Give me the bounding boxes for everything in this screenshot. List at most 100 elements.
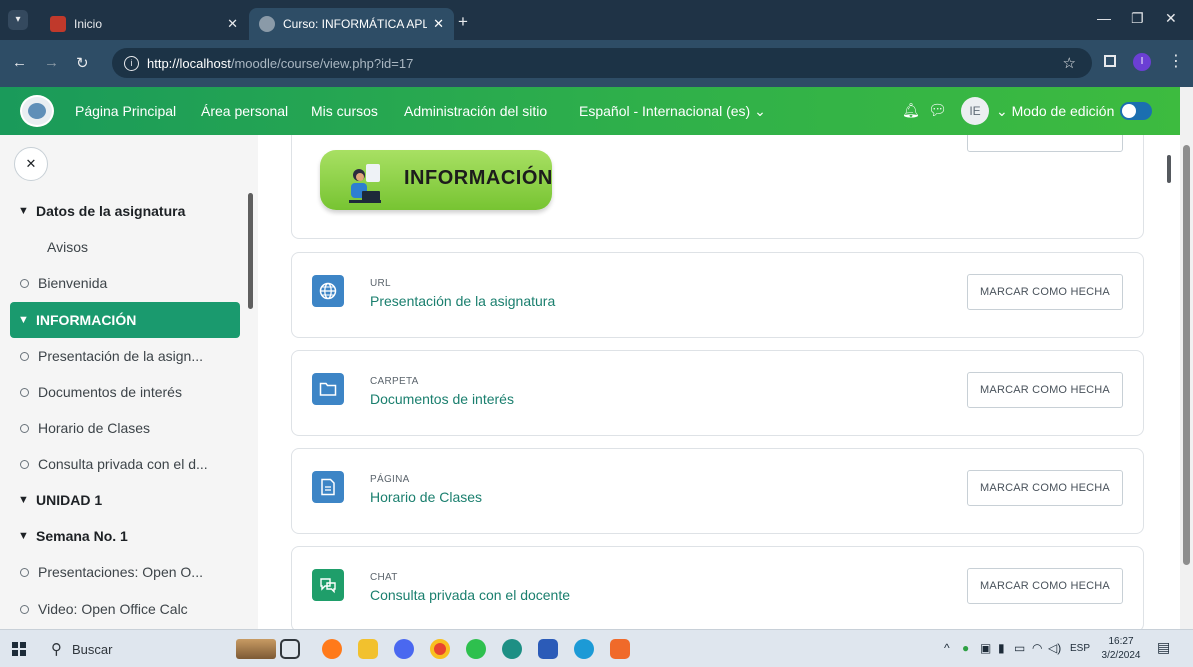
index-label: Avisos	[47, 239, 88, 255]
file-explorer-icon[interactable]	[358, 639, 378, 659]
banner-text: INFORMACIÓN	[404, 167, 553, 189]
chevron-down-icon: ▼	[18, 530, 29, 542]
messages-icon[interactable]: 💬︎	[928, 101, 947, 119]
mark-done-button[interactable]: MARCAR COMO HECHA	[967, 470, 1123, 506]
taskbar-clock[interactable]: 16:27 3/2/2024	[1096, 635, 1146, 663]
chrome-profile-icon[interactable]	[502, 639, 522, 659]
index-label: Horario de Clases	[38, 420, 151, 436]
tray-overflow-icon[interactable]: ^	[944, 641, 950, 655]
nav-area-personal[interactable]: Área personal	[201, 103, 288, 119]
whatsapp-icon[interactable]	[466, 639, 486, 659]
nav-mis-cursos[interactable]: Mis cursos	[311, 103, 378, 119]
nav-administracion[interactable]: Administración del sitio	[404, 103, 547, 119]
language-indicator[interactable]: ESP	[1070, 643, 1090, 654]
language-menu[interactable]: Español - Internacional (es) ⌄	[579, 103, 766, 120]
index-label: Datos de la asignatura	[36, 203, 186, 219]
activity-link[interactable]: Consulta privada con el docente	[370, 587, 570, 603]
mark-done-button[interactable]: MARCAR COMO HECHA	[967, 568, 1123, 604]
index-item[interactable]: Avisos	[18, 229, 240, 265]
mark-done-button[interactable]: MARCAR COMO HECHA	[967, 372, 1123, 408]
windows-start-icon[interactable]	[12, 642, 26, 656]
restore-icon[interactable]: ❐	[1131, 10, 1144, 27]
site-info-icon[interactable]: i	[124, 55, 139, 71]
close-tab-icon[interactable]: ✕	[227, 16, 238, 32]
new-tab-icon[interactable]: +	[458, 12, 468, 32]
close-tab-icon[interactable]: ✕	[433, 16, 444, 32]
profile-avatar[interactable]: I	[1133, 53, 1151, 71]
content-scroll-indicator[interactable]	[1167, 155, 1171, 183]
url-path: /moodle/course/view.php?id=17	[230, 55, 414, 71]
index-activity[interactable]: Presentación de la asign...	[18, 338, 240, 374]
activity-type: PÁGINA	[370, 474, 410, 485]
back-icon[interactable]: ←	[12, 54, 27, 71]
microphone-icon[interactable]: ▮	[998, 641, 1005, 655]
firefox-icon[interactable]	[322, 639, 342, 659]
index-activity[interactable]: Video: Open Office Calc	[18, 591, 240, 627]
browser-tab-course[interactable]: Curso: INFORMÁTICA APLICADA ✕	[249, 8, 454, 40]
index-activity[interactable]: Documentos de interés	[18, 374, 240, 410]
activity-link[interactable]: Horario de Clases	[370, 489, 482, 505]
tab-search-icon[interactable]: ▾	[8, 10, 28, 30]
close-drawer-icon[interactable]: ✕	[14, 147, 48, 181]
index-label: UNIDAD 1	[36, 492, 103, 508]
index-activity[interactable]: Consulta privada con el d...	[18, 446, 240, 482]
mark-done-button[interactable]	[967, 135, 1123, 152]
notification-center-icon[interactable]: ▤	[1157, 639, 1170, 656]
edit-mode-toggle[interactable]	[1120, 102, 1152, 120]
label-card: INFORMACIÓN	[291, 135, 1144, 239]
index-section[interactable]: ▼ Datos de la asignatura	[18, 193, 240, 229]
moodle-navbar: Página Principal Área personal Mis curso…	[0, 87, 1180, 135]
forward-icon[interactable]: →	[44, 54, 59, 71]
index-section-active[interactable]: ▼ INFORMACIÓN	[10, 302, 240, 338]
index-label: INFORMACIÓN	[36, 312, 137, 328]
word-icon[interactable]	[538, 639, 558, 659]
index-label: Video: Open Office Calc	[38, 601, 188, 617]
clock-date: 3/2/2024	[1101, 650, 1141, 661]
battery-icon[interactable]: ▭	[1014, 641, 1025, 655]
wifi-icon[interactable]: ◠	[1032, 641, 1042, 655]
notifications-bell-icon[interactable]: 🔔︎	[902, 102, 920, 119]
page-scrollbar-thumb[interactable]	[1183, 145, 1190, 565]
chevron-down-icon: ▼	[18, 314, 29, 326]
volume-icon[interactable]: ◁)	[1048, 641, 1061, 655]
activity-card: CHAT Consulta privada con el docente MAR…	[291, 546, 1144, 629]
index-label: Bienvenida	[38, 275, 108, 291]
user-avatar[interactable]: IE	[961, 97, 989, 125]
activity-type: URL	[370, 278, 391, 289]
index-activity[interactable]: Horario de Clases	[18, 410, 240, 446]
completion-circle-icon	[20, 351, 29, 361]
site-logo[interactable]	[20, 95, 54, 127]
index-activity[interactable]: Presentaciones: Open O...	[18, 554, 240, 590]
completion-circle-icon	[20, 459, 29, 469]
chrome-icon[interactable]	[430, 639, 450, 659]
side-panel-icon[interactable]	[1104, 55, 1116, 67]
address-bar[interactable]: i http://localhost/moodle/course/view.ph…	[112, 48, 1092, 78]
close-window-icon[interactable]: ✕	[1165, 10, 1177, 27]
activity-link[interactable]: Presentación de la asignatura	[370, 293, 555, 309]
nav-pagina-principal[interactable]: Página Principal	[75, 103, 176, 119]
edge-icon[interactable]	[574, 639, 594, 659]
xampp-icon[interactable]	[610, 639, 630, 659]
browser-tab-inicio[interactable]: Inicio ✕	[40, 8, 248, 40]
completion-circle-icon	[20, 604, 29, 614]
activity-link[interactable]: Documentos de interés	[370, 391, 514, 407]
zoom-icon[interactable]	[394, 639, 414, 659]
drawer-scrollbar[interactable]	[248, 193, 253, 309]
browser-menu-icon[interactable]: ⋮	[1168, 51, 1184, 71]
edit-mode-label[interactable]: ⌄ Modo de edición	[996, 103, 1114, 120]
index-section[interactable]: ▼ UNIDAD 1	[18, 482, 240, 518]
mark-done-button[interactable]: MARCAR COMO HECHA	[967, 274, 1123, 310]
task-view-icon[interactable]	[280, 639, 300, 659]
reload-icon[interactable]: ↻	[76, 54, 89, 72]
index-section[interactable]: ▼ Semana No. 1	[18, 518, 240, 554]
taskbar-search[interactable]: ⚲ Buscar	[41, 634, 231, 664]
tray-usb-icon[interactable]: ▣	[980, 641, 991, 655]
index-label: Presentación de la asign...	[38, 348, 203, 364]
minimize-icon[interactable]: —	[1097, 10, 1111, 26]
tray-app-icon[interactable]: ●	[962, 641, 969, 655]
index-activity[interactable]: Bienvenida	[18, 265, 240, 301]
weather-widget-icon[interactable]	[236, 639, 276, 659]
bookmark-star-icon[interactable]: ☆	[1063, 54, 1076, 72]
search-icon: ⚲	[51, 641, 62, 658]
url-host: http://localhost	[147, 55, 231, 71]
